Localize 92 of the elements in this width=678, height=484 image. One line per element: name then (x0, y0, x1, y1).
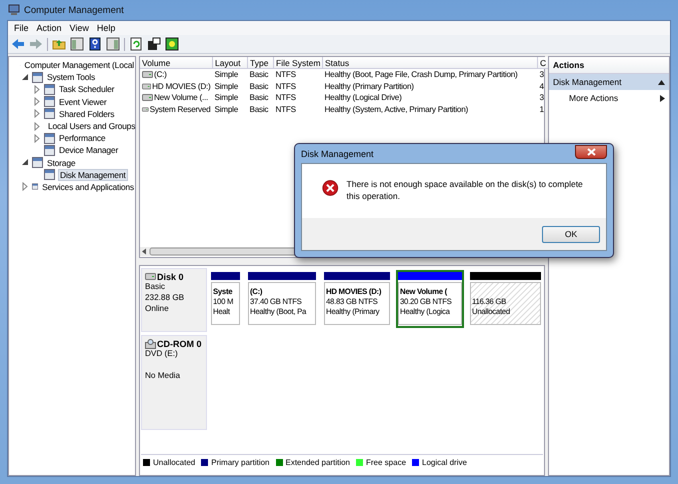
disk-size: 232.88 GB (145, 293, 186, 304)
table-cell: System Reserved (150, 104, 210, 114)
table-cell: 3 (540, 93, 544, 102)
disk-name: CD-ROM 0 (157, 338, 202, 348)
table-cell: HD MOVIES (D:) (152, 82, 210, 91)
expand-icon[interactable] (33, 109, 41, 118)
tree-item[interactable]: Shared Folders (58, 108, 116, 119)
expand-icon[interactable] (33, 97, 41, 106)
column-header[interactable]: Type (248, 57, 274, 68)
table-cell: Basic (250, 93, 268, 102)
table-cell: NTFS (276, 82, 296, 91)
tree-item[interactable]: Disk Management (58, 168, 128, 181)
legend-label: Primary partition (211, 458, 270, 466)
drive-icon (142, 106, 149, 113)
help-icon[interactable] (88, 37, 102, 51)
tree-item[interactable]: Computer Management (Local (23, 60, 135, 70)
collapse-icon[interactable] (21, 158, 29, 168)
tree-item[interactable]: Services and Applications (41, 182, 135, 192)
tree-item[interactable]: Event Viewer (58, 96, 108, 107)
menu-item[interactable]: View (66, 23, 93, 33)
drive-icon (145, 273, 156, 280)
table-cell: Healthy (Logical Drive) (324, 93, 402, 102)
table-cell: Healthy (Primary Partition) (324, 82, 414, 91)
drive-icon (142, 94, 153, 102)
column-header[interactable]: C (538, 57, 548, 68)
close-button[interactable] (575, 144, 607, 158)
close-icon (586, 148, 596, 156)
pane-icon[interactable] (106, 37, 120, 51)
disk-info-panel[interactable]: Disk 0 Basic 232.88 GB Online (141, 268, 207, 332)
table-cell: Basic (250, 70, 268, 80)
collapse-icon[interactable] (21, 72, 29, 82)
ok-button[interactable]: OK (542, 226, 600, 242)
menu-item[interactable]: Help (92, 23, 120, 33)
table-cell: Simple (214, 93, 238, 102)
window-title: Computer Management (24, 4, 124, 16)
tree-item[interactable]: Storage (46, 158, 76, 168)
legend-label: Extended partition (286, 458, 350, 466)
menu-item[interactable]: File (10, 23, 33, 33)
computer-icon (8, 4, 20, 16)
table-cell: NTFS (276, 70, 296, 80)
pane-icon[interactable] (70, 37, 84, 51)
properties-icon[interactable] (147, 37, 161, 51)
column-header[interactable]: Volume (140, 57, 212, 68)
column-header[interactable]: Status (322, 57, 538, 68)
actions-header: Actions (549, 57, 669, 74)
legend-label: Unallocated (153, 458, 196, 466)
drive-icon (142, 82, 152, 90)
table-cell: Simple (214, 70, 238, 80)
disk-info-panel[interactable]: CD-ROM 0 DVD (E:) No Media (141, 335, 207, 430)
action-item[interactable]: More Actions (549, 90, 669, 106)
drive-icon (142, 71, 153, 78)
disk-status: Online (145, 304, 170, 315)
tree-item[interactable]: Local Users and Groups (47, 121, 135, 132)
disk-type: Basic (145, 282, 166, 293)
tree-item[interactable]: System Tools (46, 72, 96, 82)
action-section[interactable]: Disk Management (549, 74, 669, 90)
table-cell: Healthy (System, Active, Primary Partition) (324, 104, 468, 114)
error-icon (322, 178, 339, 198)
tree-item[interactable]: Device Manager (58, 145, 120, 156)
refresh-icon[interactable] (129, 37, 143, 51)
legend-label: Logical drive (422, 458, 467, 466)
table-cell: New Volume (... (154, 93, 208, 102)
submenu-arrow-icon (660, 94, 665, 102)
table-cell: NTFS (276, 93, 296, 102)
table-cell: NTFS (276, 104, 296, 114)
table-cell: 3 (540, 70, 544, 80)
cd-drive-icon (145, 338, 156, 348)
expand-icon[interactable] (33, 122, 41, 131)
collapse-icon[interactable] (658, 80, 665, 84)
expand-icon[interactable] (33, 134, 41, 143)
table-cell: (C:) (154, 70, 167, 80)
table-cell: Simple (214, 82, 238, 91)
disk-type: DVD (E:) (145, 349, 179, 360)
table-cell: Simple (214, 104, 238, 114)
tree-item[interactable]: Task Scheduler (58, 84, 116, 94)
folder-icon[interactable] (52, 37, 66, 51)
menu-item[interactable]: Action (32, 23, 66, 33)
column-header[interactable]: File System (274, 57, 322, 68)
legend-label: Free space (366, 458, 406, 466)
table-cell: 1 (540, 104, 544, 114)
back-arrow-icon[interactable] (11, 37, 25, 51)
disk-status: No Media (145, 371, 182, 382)
table-cell: Basic (250, 104, 268, 114)
table-cell: Basic (250, 82, 268, 91)
disk-name: Disk 0 (157, 272, 184, 282)
dialog-title: Disk Management (301, 148, 374, 158)
table-cell: 4 (540, 82, 544, 91)
dialog-message: There is not enough space available on the disk(s) to complete this operation. (346, 178, 584, 203)
tree-item[interactable]: Performance (58, 133, 106, 144)
table-cell: Healthy (Boot, Page File, Crash Dump, Primary Partition) (324, 70, 518, 80)
column-header[interactable]: Layout (212, 57, 248, 68)
expand-icon[interactable] (21, 182, 29, 192)
